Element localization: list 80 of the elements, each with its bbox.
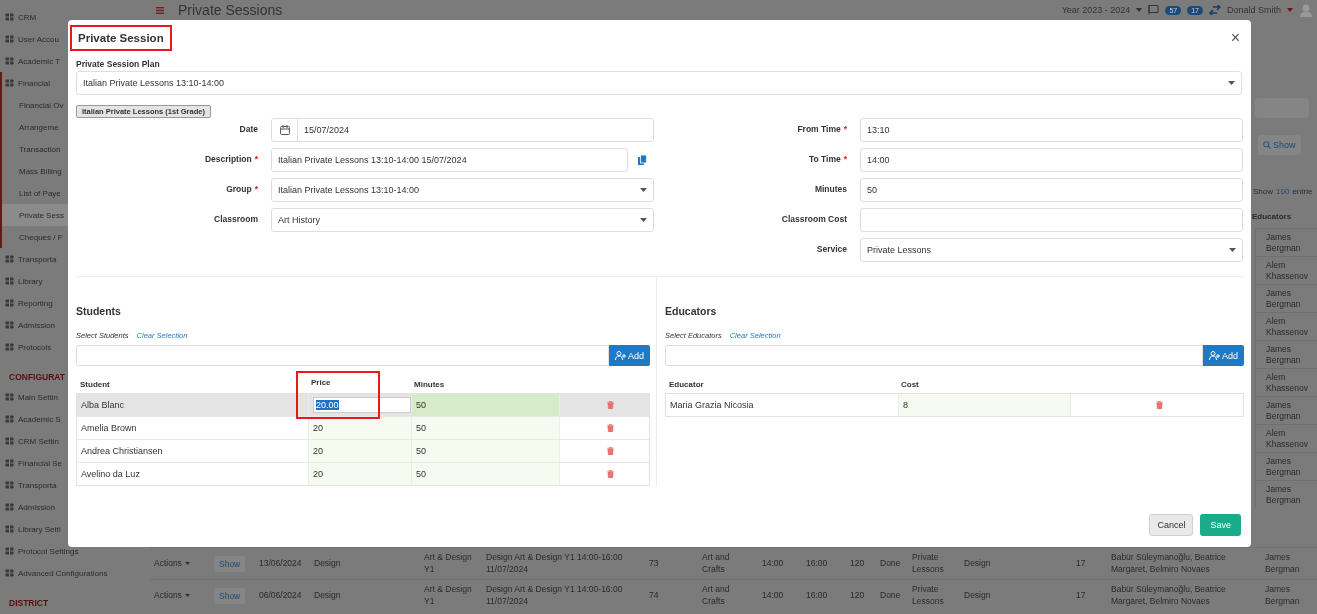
field-label: Classroom: [214, 214, 258, 224]
table-cell: James Bergman: [1255, 396, 1317, 424]
table-cell-text: 17: [1075, 557, 1087, 569]
table-cell: James Bergman: [1255, 284, 1317, 312]
entries-label: entrie: [1292, 187, 1313, 196]
table-cell-text: 06/06/2024: [258, 589, 303, 601]
field-label: Classroom Cost: [781, 214, 847, 224]
table-cell-text: Art & Design Y1: [423, 552, 473, 575]
table-cell-text: Done: [879, 589, 902, 601]
table-cell: James Bergman: [1255, 452, 1317, 480]
table-cell-text: Art and Crafts: [701, 552, 731, 575]
page-title: Private Sessions: [178, 2, 283, 18]
table-cell: Alem Khassenov: [1255, 256, 1317, 284]
table-cell-text: Design Art & Design Y1 14:00-16:00 11/07/2024: [485, 552, 624, 575]
table-cell-text: Design: [313, 589, 342, 601]
student-name: Alba Blanc: [80, 399, 126, 412]
table-cell-text: Art & Design Y1: [423, 584, 473, 607]
field-label: To Time: [808, 154, 841, 164]
price-value: 20: [313, 423, 323, 433]
required-mark: *: [254, 154, 258, 164]
field-label: Description: [204, 154, 252, 164]
section-title: Students: [76, 305, 122, 319]
field-label: Service: [816, 244, 847, 254]
entries-label: Show: [1253, 187, 1273, 196]
table-cell-text: Art and Crafts: [701, 584, 731, 607]
table-cell-text: Done: [879, 557, 902, 569]
field-label: Group: [226, 184, 252, 194]
field-label: Minutes: [814, 184, 847, 194]
student-name: Avelino da Luz: [80, 468, 141, 481]
column-header: Minutes: [413, 379, 445, 389]
table-cell-text: 16:00: [805, 557, 829, 569]
table-cell-text: 14:00: [761, 557, 785, 569]
table-cell-text: Design Art & Design Y1 14:00-16:00 11/07/2024: [485, 584, 624, 607]
table-cell-text: 14:00: [761, 589, 785, 601]
required-mark: *: [843, 124, 847, 134]
student-name: Amelia Brown: [80, 422, 138, 435]
price-value: 20: [313, 469, 323, 479]
section-heading: DISTRICT: [8, 597, 49, 610]
column-header: Student: [79, 379, 110, 389]
field-label: Private Session Plan: [76, 58, 161, 71]
required-mark: *: [843, 154, 847, 164]
required-mark: *: [254, 184, 258, 194]
table-cell-text: 13/06/2024: [258, 557, 303, 569]
table-cell: Alem Khassenov: [1255, 368, 1317, 396]
table-cell-text: 73: [648, 557, 660, 569]
table-cell-text: Babür Süleymanoğlu, Beatrice Margaret, Belmiro Novaes: [1110, 552, 1227, 575]
column-header: Educators: [1252, 212, 1293, 223]
educator-name: Maria Grazia Nicosia: [669, 399, 755, 412]
minutes-value: 50: [411, 417, 559, 439]
section-title: Educators: [665, 305, 718, 319]
column-header: Cost: [900, 379, 920, 389]
table-cell-text: 120: [849, 557, 866, 569]
modal-title: Private Session: [70, 25, 172, 51]
column-header: Educator: [668, 379, 705, 389]
field-label: From Time: [797, 124, 841, 134]
table-cell-text: Private Lessons: [911, 584, 945, 607]
price-value: 20: [313, 446, 323, 456]
minutes-value: 50: [411, 463, 559, 485]
table-cell-text: 120: [849, 589, 866, 601]
table-cell-text: Babür Süleymanoğlu, Beatrice Margaret, Belmiro Novaes: [1110, 584, 1227, 607]
table-cell-text: 17: [1075, 589, 1087, 601]
table-cell: Alem Khassenov: [1255, 312, 1317, 340]
table-cell-text: Design: [313, 557, 342, 569]
table-cell: James Bergman: [1255, 340, 1317, 368]
table-cell-text: Design: [963, 557, 992, 569]
minutes-value: 50: [411, 394, 559, 416]
cost-value: 8: [898, 394, 1070, 416]
table-cell: Alem Khassenov: [1255, 424, 1317, 452]
table-cell: James Bergman: [1255, 480, 1317, 508]
section-heading: CONFIGURAT: [8, 371, 66, 384]
table-cell-text: Private Lessons: [911, 552, 945, 575]
table-cell-text: Design: [963, 589, 992, 601]
table-cell-text: 16:00: [805, 589, 829, 601]
table-cell-text: James Bergman: [1264, 584, 1301, 607]
field-label: Date: [239, 124, 258, 134]
table-cell: James Bergman: [1255, 228, 1317, 256]
table-cell-text: James Bergman: [1264, 552, 1301, 575]
table-cell-text: 74: [648, 589, 660, 601]
minutes-value: 50: [411, 440, 559, 462]
student-name: Andrea Christiansen: [80, 445, 164, 458]
